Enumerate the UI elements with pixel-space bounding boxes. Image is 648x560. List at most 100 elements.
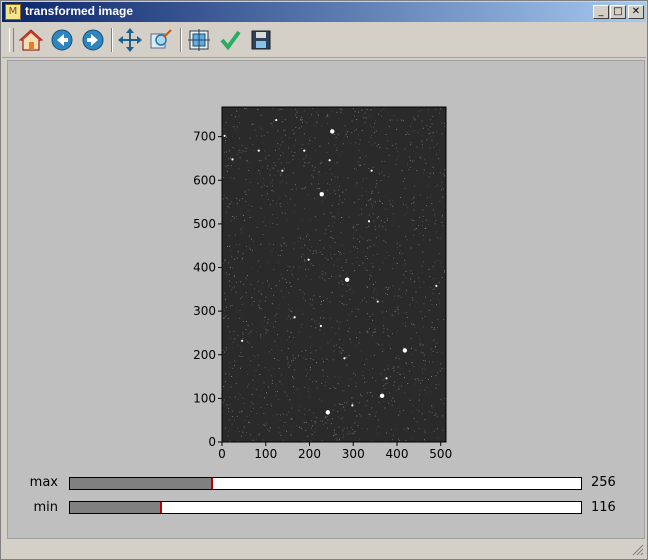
maximize-button[interactable]: □ [610, 5, 626, 19]
noise-pixel [233, 178, 235, 179]
back-button[interactable] [49, 27, 75, 53]
noise-pixel [410, 270, 412, 272]
noise-pixel [257, 424, 259, 426]
noise-pixel [381, 351, 383, 353]
noise-pixel [285, 200, 287, 202]
noise-pixel [229, 203, 231, 205]
min-slider[interactable] [69, 501, 582, 514]
noise-pixel [350, 378, 352, 380]
noise-pixel [286, 414, 288, 416]
noise-pixel [304, 413, 306, 415]
noise-pixel [355, 308, 357, 310]
noise-pixel [356, 415, 358, 417]
noise-pixel [275, 321, 277, 323]
noise-pixel [342, 429, 344, 431]
noise-pixel [222, 314, 224, 316]
noise-pixel [403, 312, 405, 314]
noise-pixel [258, 160, 260, 162]
edit-parameters-button[interactable] [217, 27, 243, 53]
noise-pixel [314, 167, 316, 169]
noise-pixel [314, 422, 316, 424]
noise-pixel [367, 199, 369, 201]
noise-pixel [223, 292, 225, 294]
max-slider[interactable] [69, 477, 582, 490]
noise-pixel [403, 373, 405, 375]
noise-pixel [327, 114, 328, 116]
noise-pixel [250, 284, 252, 286]
noise-pixel [331, 110, 333, 112]
noise-pixel [258, 290, 260, 292]
pan-button[interactable] [117, 27, 143, 53]
noise-pixel [428, 220, 430, 221]
noise-pixel [272, 380, 273, 382]
noise-pixel [310, 352, 312, 354]
noise-pixel [301, 247, 303, 249]
noise-pixel [402, 347, 404, 349]
configure-subplots-button[interactable] [186, 27, 212, 53]
noise-pixel [237, 345, 239, 347]
noise-pixel [398, 295, 399, 297]
minimize-button[interactable]: _ [593, 5, 609, 19]
noise-pixel [292, 172, 294, 174]
image-plot[interactable]: 0 100 200 300 400 500 0100200300400500600700 [8, 61, 644, 538]
noise-pixel [342, 201, 344, 203]
noise-pixel [311, 114, 312, 116]
noise-pixel [365, 358, 367, 360]
noise-pixel [278, 359, 280, 361]
noise-pixel [383, 221, 385, 223]
noise-pixel [399, 225, 401, 227]
noise-pixel [338, 118, 340, 120]
noise-pixel [340, 352, 342, 354]
noise-pixel [442, 429, 444, 431]
noise-pixel [364, 163, 366, 165]
home-button[interactable] [18, 27, 44, 53]
noise-pixel [340, 232, 342, 234]
noise-pixel [237, 440, 239, 442]
noise-pixel [310, 440, 312, 442]
star-point [257, 149, 260, 152]
noise-pixel [406, 317, 408, 319]
save-button[interactable] [248, 27, 274, 53]
noise-pixel [379, 268, 381, 270]
close-button[interactable]: ✕ [628, 5, 644, 19]
noise-pixel [430, 194, 432, 196]
noise-pixel [409, 166, 411, 168]
noise-pixel [281, 350, 283, 352]
title-bar[interactable]: M transformed image _ □ ✕ [2, 2, 646, 22]
noise-pixel [332, 215, 334, 217]
noise-pixel [300, 326, 302, 328]
zoom-button[interactable] [148, 27, 174, 53]
noise-pixel [270, 123, 272, 124]
noise-pixel [388, 255, 390, 257]
noise-pixel [389, 200, 391, 202]
noise-pixel [257, 280, 259, 282]
noise-pixel [379, 200, 381, 202]
noise-pixel [371, 335, 373, 337]
noise-pixel [325, 229, 327, 230]
noise-pixel [421, 209, 423, 211]
noise-pixel [311, 434, 313, 435]
noise-pixel [367, 286, 368, 288]
noise-pixel [309, 298, 311, 300]
noise-pixel [429, 126, 431, 128]
noise-pixel [292, 129, 294, 131]
noise-pixel [423, 281, 425, 283]
noise-pixel [311, 304, 313, 306]
noise-pixel [252, 355, 254, 357]
min-slider-fill[interactable] [70, 502, 162, 513]
noise-pixel [222, 317, 224, 319]
forward-button[interactable] [80, 27, 106, 53]
noise-pixel [331, 204, 333, 206]
noise-pixel [436, 416, 438, 418]
max-slider-fill[interactable] [70, 478, 214, 489]
resize-grip-icon[interactable] [632, 544, 644, 556]
noise-pixel [241, 231, 243, 233]
figure-canvas[interactable]: 0 100 200 300 400 500 0 100 200 300 400 500 600 700 … [7, 60, 645, 539]
noise-pixel [268, 430, 270, 432]
noise-pixel [263, 177, 264, 179]
noise-pixel [258, 304, 260, 306]
noise-pixel [431, 304, 433, 306]
toolbar-grip[interactable] [9, 28, 14, 52]
noise-pixel [401, 119, 402, 121]
noise-pixel [371, 192, 373, 194]
